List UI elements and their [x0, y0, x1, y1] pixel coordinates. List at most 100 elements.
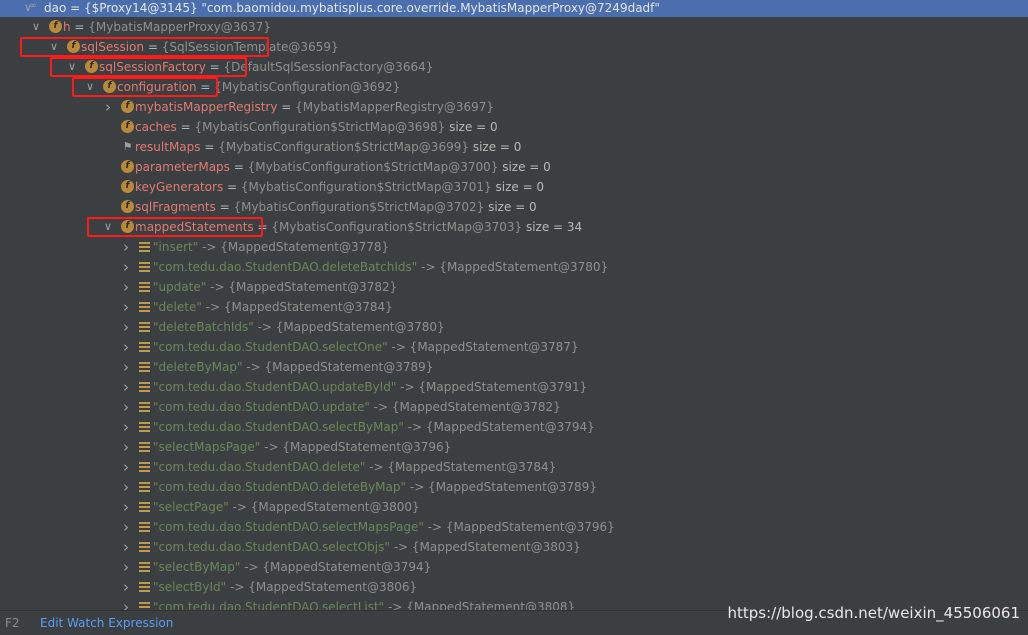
chevron-right-icon[interactable]: ›	[120, 517, 132, 537]
map-key: "com.tedu.dao.StudentDAO.selectMapsPage"	[153, 520, 424, 534]
chevron-right-icon[interactable]: ›	[120, 257, 132, 277]
map-key: "com.tedu.dao.StudentDAO.updateById"	[153, 380, 397, 394]
field-name: h	[63, 20, 71, 34]
tree-row[interactable]: › f mybatisMapperRegistry = {MybatisMapper…	[0, 97, 1028, 117]
map-entry-icon	[139, 602, 150, 610]
tree-row[interactable]: f sqlFragments = {MybatisConfiguration$St…	[0, 197, 1028, 217]
chevron-down-icon[interactable]: ∨	[48, 37, 60, 57]
chevron-right-icon[interactable]: ›	[120, 597, 132, 610]
tree-row[interactable]: › "com.tedu.dao.StudentDAO.selectObjs" ->…	[0, 537, 1028, 557]
chevron-down-icon[interactable]: ∨	[84, 77, 96, 97]
tree-row[interactable]: › "com.tedu.dao.StudentDAO.deleteBatchIds…	[0, 257, 1028, 277]
chevron-right-icon[interactable]: ›	[120, 397, 132, 417]
tree-row[interactable]: ∨ f mappedStatements = {MybatisConfigurati…	[0, 217, 1028, 237]
tree-row[interactable]: › "deleteByMap" -> {MappedStatement@3789}	[0, 357, 1028, 377]
tree-row[interactable]: f parameterMaps = {MybatisConfiguration$S…	[0, 157, 1028, 177]
field-value: -> {MappedStatement@3796}	[427, 520, 615, 534]
field-value: {MybatisConfiguration$StrictMap@3701}	[240, 180, 492, 194]
tree-row-text: "com.tedu.dao.StudentDAO.updateById" -> …	[153, 377, 587, 397]
map-entry-icon	[139, 542, 150, 552]
field-value: -> {MappedStatement@3787}	[391, 340, 579, 354]
tree-row[interactable]: › "com.tedu.dao.StudentDAO.selectMapsPage…	[0, 517, 1028, 537]
map-entry-icon	[139, 482, 150, 492]
chevron-down-icon[interactable]: ∨	[102, 217, 114, 237]
chevron-right-icon[interactable]: ›	[120, 277, 132, 297]
tree-row[interactable]: › "com.tedu.dao.StudentDAO.selectOne" -> …	[0, 337, 1028, 357]
tree-row-text: sqlSessionFactory = {DefaultSqlSessionFa…	[99, 60, 434, 74]
tree-row[interactable]: f keyGenerators = {MybatisConfiguration$S…	[0, 177, 1028, 197]
chevron-right-icon[interactable]: ›	[120, 417, 132, 437]
tree-row[interactable]: ⚑ resultMaps = {MybatisConfiguration$Stri…	[0, 137, 1028, 157]
watch-glasses-icon: ∞	[29, 1, 37, 11]
chevron-right-icon[interactable]: ›	[120, 577, 132, 597]
field-name: keyGenerators	[135, 180, 224, 194]
field-value: -> {MappedStatement@3803}	[393, 540, 581, 554]
map-entry-icon	[139, 522, 150, 532]
tree-row[interactable]: › "selectMapsPage" -> {MappedStatement@37…	[0, 437, 1028, 457]
tree-row[interactable]: ∨ ∞ dao = {$Proxy14@3145} "com.baomidou.my…	[0, 0, 1028, 17]
tree-row-text: "insert" -> {MappedStatement@3778}	[153, 237, 389, 257]
watermark: https://blog.csdn.net/weixin_45506061	[727, 604, 1020, 622]
tree-row[interactable]: › "deleteBatchIds" -> {MappedStatement@37…	[0, 317, 1028, 337]
size-label: size = 0	[488, 200, 537, 214]
chevron-right-icon[interactable]: ›	[120, 337, 132, 357]
chevron-right-icon[interactable]: ›	[120, 317, 132, 337]
tree-row[interactable]: f caches = {MybatisConfiguration$StrictMa…	[0, 117, 1028, 137]
map-entry-icon	[139, 362, 150, 372]
map-key: "com.tedu.dao.StudentDAO.selectOne"	[153, 340, 388, 354]
tree-row-text: "selectPage" -> {MappedStatement@3800}	[153, 497, 420, 517]
field-icon: f	[121, 220, 134, 233]
chevron-right-icon[interactable]: ›	[120, 477, 132, 497]
map-key: "update"	[153, 280, 207, 294]
chevron-right-icon[interactable]: ›	[120, 457, 132, 477]
chevron-right-icon[interactable]: ›	[120, 437, 132, 457]
tree-row[interactable]: › "delete" -> {MappedStatement@3784}	[0, 297, 1028, 317]
tree-row[interactable]: › "selectByMap" -> {MappedStatement@3794}	[0, 557, 1028, 577]
map-entry-icon	[139, 462, 150, 472]
chevron-right-icon[interactable]: ›	[120, 357, 132, 377]
tree-row[interactable]: ∨ f sqlSession = {SqlSessionTemplate@3659}	[0, 37, 1028, 57]
tree-row[interactable]: ∨ f sqlSessionFactory = {DefaultSqlSession…	[0, 57, 1028, 77]
map-entry-icon	[139, 422, 150, 432]
field-value: {MybatisConfiguration$StrictMap@3703}	[271, 220, 523, 234]
size-label: size = 34	[525, 220, 583, 234]
chevron-right-icon[interactable]: ›	[120, 237, 132, 257]
tree-row[interactable]: › "com.tedu.dao.StudentDAO.deleteByMap" -…	[0, 477, 1028, 497]
field-value: {DefaultSqlSessionFactory@3664}	[223, 60, 434, 74]
chevron-down-icon[interactable]: ∨	[30, 17, 42, 37]
chevron-right-icon[interactable]: ›	[120, 497, 132, 517]
tree-row[interactable]: › "update" -> {MappedStatement@3782}	[0, 277, 1028, 297]
size-label: size = 0	[449, 120, 498, 134]
field-value: {MybatisConfiguration$StrictMap@3702}	[233, 200, 485, 214]
chevron-down-icon[interactable]: ∨	[66, 57, 78, 77]
tree-row[interactable]: › "selectPage" -> {MappedStatement@3800}	[0, 497, 1028, 517]
edit-watch-expression-link[interactable]: Edit Watch Expression	[40, 611, 173, 635]
field-icon: f	[121, 200, 134, 213]
field-icon: f	[103, 80, 116, 93]
field-name: configuration	[117, 80, 197, 94]
chevron-right-icon[interactable]: ›	[120, 537, 132, 557]
chevron-right-icon[interactable]: ›	[120, 297, 132, 317]
tree-row[interactable]: › "selectById" -> {MappedStatement@3806}	[0, 577, 1028, 597]
chevron-right-icon[interactable]: ›	[120, 377, 132, 397]
field-value: {MybatisConfiguration$StrictMap@3700}	[247, 160, 499, 174]
tree-row[interactable]: › "com.tedu.dao.StudentDAO.update" -> {Ma…	[0, 397, 1028, 417]
chevron-right-icon[interactable]: ›	[102, 97, 114, 117]
map-entry-icon	[139, 302, 150, 312]
map-entry-icon	[139, 342, 150, 352]
field-value: -> {MappedStatement@3778}	[202, 240, 390, 254]
chevron-right-icon[interactable]: ›	[120, 557, 132, 577]
tree-row[interactable]: › "insert" -> {MappedStatement@3778}	[0, 237, 1028, 257]
size-label: size = 0	[502, 160, 551, 174]
field-name: sqlSessionFactory	[99, 60, 206, 74]
field-name: mappedStatements	[135, 220, 254, 234]
tree-row[interactable]: ∨ f h = {MybatisMapperProxy@3637}	[0, 17, 1028, 37]
tree-row[interactable]: › "com.tedu.dao.StudentDAO.selectByMap" -…	[0, 417, 1028, 437]
field-icon: f	[85, 60, 98, 73]
tree-row[interactable]: ∨ f configuration = {MybatisConfiguration@…	[0, 77, 1028, 97]
map-key: "com.tedu.dao.StudentDAO.deleteByMap"	[153, 480, 407, 494]
field-value: -> {MappedStatement@3794}	[244, 560, 432, 574]
tree-row[interactable]: › "com.tedu.dao.StudentDAO.updateById" ->…	[0, 377, 1028, 397]
tree-row[interactable]: › "com.tedu.dao.StudentDAO.delete" -> {Ma…	[0, 457, 1028, 477]
tree-row-text: "com.tedu.dao.StudentDAO.selectByMap" ->…	[153, 417, 595, 437]
